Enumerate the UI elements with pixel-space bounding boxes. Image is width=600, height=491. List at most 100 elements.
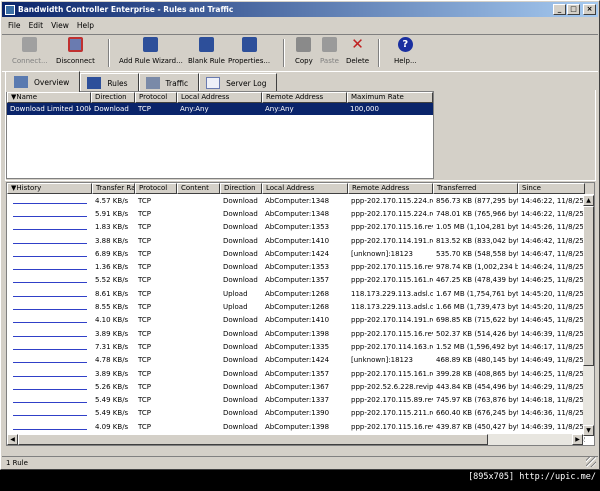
menu-edit[interactable]: Edit (29, 21, 44, 30)
column-header[interactable]: Local Address (262, 183, 348, 194)
title-bar[interactable]: Bandwidth Controller Enterprise - Rules … (2, 2, 598, 17)
remote-address: 118.173.229.113.adsl.dyn (351, 303, 433, 312)
history-sparkline (7, 329, 92, 339)
maximize-button[interactable]: □ (567, 4, 580, 15)
blank-rule-icon (199, 37, 214, 52)
column-header[interactable]: Direction (220, 183, 262, 194)
column-header[interactable]: Since (518, 183, 585, 194)
history-sparkline (7, 342, 92, 352)
scroll-thumb[interactable] (583, 206, 594, 366)
remote-address: ppp-202.170.115.16.revip (351, 422, 433, 431)
close-button[interactable]: × (583, 4, 596, 15)
rule-direction: Download (94, 105, 129, 113)
menu-view[interactable]: View (51, 21, 69, 30)
since: 14:46:22, 11/8/2552 (521, 196, 585, 205)
horizontal-scrollbar[interactable]: ◀ ▶ (7, 434, 583, 445)
traffic-row[interactable]: 5.26 KB/s TCP Download AbComputer:1367 ppp-2… (7, 380, 594, 393)
history-sparkline (7, 408, 92, 418)
toolbar-separator (378, 39, 380, 67)
remote-address: ppp-202.170.114.191.revi (351, 316, 433, 325)
history-sparkline (7, 236, 92, 246)
column-header[interactable]: Maximum Rate (347, 92, 433, 103)
blank-rule-button[interactable]: Blank Rule (188, 37, 225, 65)
history-sparkline (7, 355, 92, 365)
sparkline-line (13, 388, 87, 390)
scroll-down-button[interactable]: ▼ (583, 425, 594, 436)
traffic-row[interactable]: 8.61 KB/s TCP Upload AbComputer:1268 118.173… (7, 287, 594, 300)
minimize-button[interactable]: _ (553, 4, 566, 15)
protocol: TCP (138, 209, 151, 218)
since: 14:46:39, 11/8/2552 (521, 422, 585, 431)
column-header[interactable]: ▼Name (7, 92, 91, 103)
traffic-row[interactable]: 5.91 KB/s TCP Download AbComputer:1348 ppp-2… (7, 207, 594, 220)
column-header[interactable]: Protocol (135, 92, 177, 103)
traffic-row[interactable]: 8.55 KB/s TCP Upload AbComputer:1268 118.173… (7, 300, 594, 313)
local-address: AbComputer:1367 (265, 382, 330, 391)
disconnect-button[interactable]: Disconnect (56, 37, 95, 65)
transferred: 978.74 KB (1,002,234 byte (436, 263, 518, 272)
scroll-up-button[interactable]: ▲ (583, 195, 594, 206)
paste-button[interactable]: Paste (320, 37, 339, 65)
column-header[interactable]: Local Address (177, 92, 262, 103)
transferred: 698.85 KB (715,622 bytes (436, 316, 518, 325)
transferred: 443.84 KB (454,496 bytes (436, 382, 518, 391)
menu-help[interactable]: Help (77, 21, 94, 30)
sparkline-line (13, 309, 87, 311)
tab-overview[interactable]: Overview (5, 71, 81, 92)
traffic-row[interactable]: 6.89 KB/s TCP Download AbComputer:1424 [unkn… (7, 247, 594, 260)
connect-button[interactable]: Connect... (12, 37, 48, 65)
column-header[interactable]: ▼History (7, 183, 92, 194)
history-sparkline (7, 369, 92, 379)
column-header[interactable]: Direction (91, 92, 135, 103)
vertical-scrollbar[interactable]: ▲ ▼ (583, 195, 594, 436)
resize-grip[interactable] (586, 457, 596, 467)
traffic-row[interactable]: 5.49 KB/s TCP Download AbComputer:1337 ppp-2… (7, 393, 594, 406)
traffic-row[interactable]: 1.83 KB/s TCP Download AbComputer:1353 ppp-2… (7, 221, 594, 234)
sparkline-line (13, 215, 87, 217)
remote-address: ppp-202.170.115.224.revi (351, 196, 433, 205)
column-header[interactable]: Content (177, 183, 220, 194)
direction: Download (223, 263, 258, 272)
transfer-rate: 7.31 KB/s (95, 342, 129, 351)
traffic-row[interactable]: 5.52 KB/s TCP Download AbComputer:1357 ppp-2… (7, 274, 594, 287)
traffic-row[interactable]: 7.31 KB/s TCP Download AbComputer:1335 ppp-2… (7, 340, 594, 353)
traffic-row[interactable]: 4.10 KB/s TCP Download AbComputer:1410 ppp-2… (7, 314, 594, 327)
protocol: TCP (138, 329, 151, 338)
scroll-thumb[interactable] (18, 434, 488, 445)
traffic-row[interactable]: 3.88 KB/s TCP Download AbComputer:1410 ppp-2… (7, 234, 594, 247)
traffic-list: ▼History Transfer Rate Protocol Content … (6, 182, 595, 446)
since: 14:46:22, 11/8/2552 (521, 209, 585, 218)
traffic-row[interactable]: 4.09 KB/s TCP Download AbComputer:1398 ppp-2… (7, 420, 594, 433)
since: 14:46:25, 11/8/2552 (521, 369, 585, 378)
sparkline-line (13, 428, 87, 430)
direction: Download (223, 342, 258, 351)
column-header[interactable]: Transfer Rate (92, 183, 135, 194)
direction: Upload (223, 289, 248, 298)
traffic-row[interactable]: 4.78 KB/s TCP Download AbComputer:1424 [unkn… (7, 354, 594, 367)
menu-file[interactable]: File (8, 21, 21, 30)
scroll-left-button[interactable]: ◀ (7, 434, 18, 445)
rule-row[interactable]: Download Limited 100k Download TCP Any:A… (7, 103, 433, 115)
disconnect-icon (67, 37, 83, 52)
local-address: AbComputer:1337 (265, 396, 330, 405)
column-header[interactable]: Protocol (135, 183, 177, 194)
transferred: 468.89 KB (480,145 bytes (436, 356, 518, 365)
traffic-row[interactable]: 5.49 KB/s TCP Download AbComputer:1390 ppp-2… (7, 407, 594, 420)
column-header[interactable]: Transferred (433, 183, 518, 194)
transferred: 1.66 MB (1,739,473 bytes (436, 303, 518, 312)
delete-button[interactable]: ✕ Delete (346, 37, 369, 66)
traffic-row[interactable]: 4.57 KB/s TCP Download AbComputer:1348 ppp-2… (7, 194, 594, 207)
traffic-row[interactable]: 3.89 KB/s TCP Download AbComputer:1398 ppp-2… (7, 327, 594, 340)
column-header[interactable]: Remote Address (262, 92, 347, 103)
since: 14:46:42, 11/8/2552 (521, 236, 585, 245)
properties-button[interactable]: Properties... (228, 37, 270, 65)
copy-button[interactable]: Copy (295, 37, 313, 65)
column-header[interactable]: Remote Address (348, 183, 433, 194)
transfer-rate: 1.83 KB/s (95, 223, 129, 232)
remote-address: ppp-202.170.114.163.revi (351, 342, 433, 351)
traffic-row[interactable]: 3.89 KB/s TCP Download AbComputer:1357 ppp-2… (7, 367, 594, 380)
add-rule-wizard-button[interactable]: Add Rule Wizard... (119, 37, 183, 65)
help-button[interactable]: ? Help... (394, 37, 417, 65)
traffic-row[interactable]: 1.36 KB/s TCP Download AbComputer:1353 ppp-2… (7, 260, 594, 273)
scroll-right-button[interactable]: ▶ (572, 434, 583, 445)
